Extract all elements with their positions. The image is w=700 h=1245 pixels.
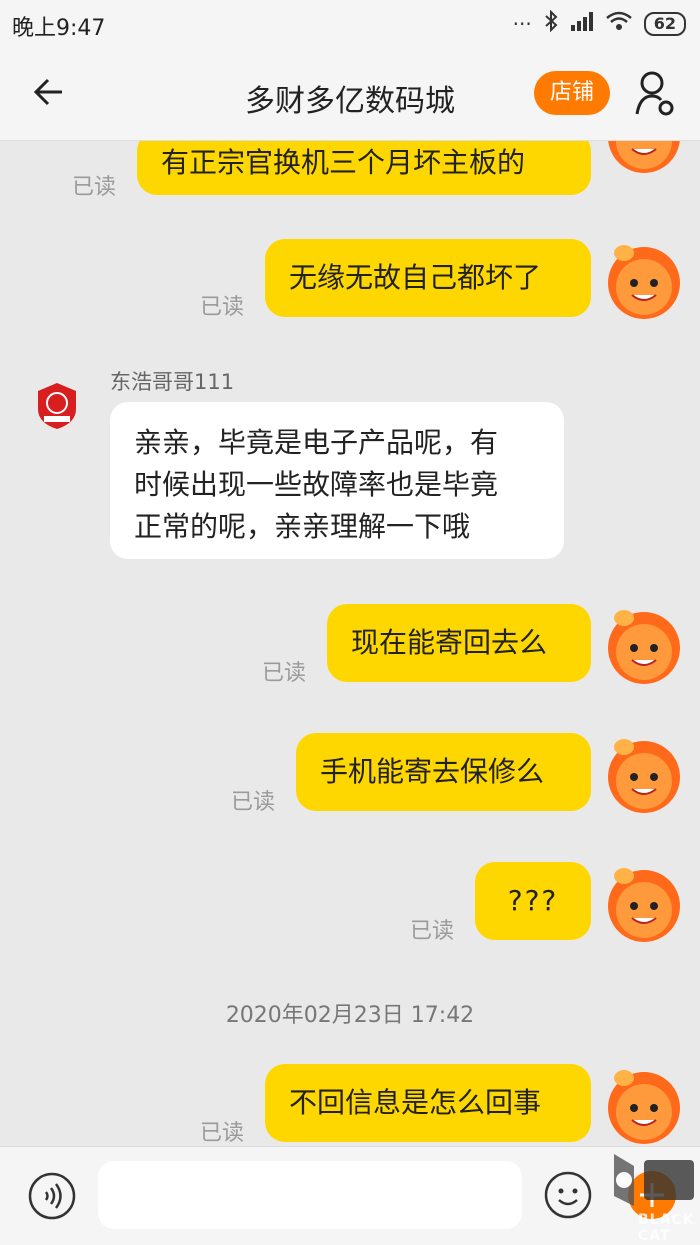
message-bubble-out[interactable]: 现在能寄回去么	[327, 604, 591, 682]
black-cat-logo-icon	[614, 1154, 694, 1206]
voice-icon	[28, 1172, 76, 1220]
sender-name: 东浩哥哥111	[110, 370, 235, 394]
mascot-avatar-icon	[608, 739, 680, 813]
seller-avatar[interactable]	[30, 379, 84, 433]
read-label: 已读	[72, 175, 117, 200]
status-icons: ··· 62	[512, 9, 686, 37]
mascot-avatar-icon	[608, 1070, 680, 1144]
message-bubble-in[interactable]: 亲亲，毕竟是电子产品呢，有 时候出现一些故障率也是毕竟 正常的呢，亲亲理解一下哦	[110, 402, 564, 559]
nav-bar: 多财多亿数码城 店铺	[0, 48, 700, 141]
message-timestamp: 2020年02月23日 17:42	[225, 1003, 475, 1028]
user-settings-icon	[635, 71, 674, 116]
voice-input-button[interactable]	[28, 1172, 76, 1220]
chat-area[interactable]: 已读 有正宗官换机三个月坏主板的 已读 无缘无故自己都坏了 东浩哥哥111 亲亲…	[0, 141, 700, 1146]
mascot-avatar-icon	[608, 141, 680, 173]
read-label: 已读	[200, 1121, 245, 1146]
avatar[interactable]	[600, 235, 688, 323]
mascot-avatar-icon	[608, 610, 680, 684]
status-time: 晚上9:47	[12, 16, 106, 41]
mascot-avatar-icon	[608, 245, 680, 319]
read-label: 已读	[262, 661, 307, 686]
message-line: 正常的呢，亲亲理解一下哦	[134, 510, 471, 543]
message-bubble-out[interactable]: 有正宗官换机三个月坏主板的	[137, 141, 591, 195]
read-label: 已读	[410, 919, 455, 944]
bluetooth-icon	[544, 9, 558, 37]
emoji-button[interactable]	[544, 1171, 592, 1219]
input-bar	[0, 1146, 700, 1245]
message-bubble-out[interactable]: 不回信息是怎么回事	[265, 1064, 591, 1142]
black-cat-watermark: BLACK CAT	[604, 1150, 700, 1244]
message-line: 时候出现一些故障率也是毕竟	[134, 468, 499, 501]
message-bubble-out[interactable]: 手机能寄去保修么	[296, 733, 591, 811]
avatar[interactable]	[600, 1060, 688, 1146]
avatar[interactable]	[600, 141, 688, 177]
mascot-avatar-icon	[608, 868, 680, 942]
message-bubble-out[interactable]: 无缘无故自己都坏了	[265, 239, 591, 317]
message-input[interactable]	[98, 1161, 522, 1229]
user-settings-button[interactable]	[634, 70, 674, 118]
read-label: 已读	[200, 295, 245, 320]
shop-button[interactable]: 店铺	[534, 71, 610, 115]
avatar[interactable]	[600, 729, 688, 817]
wifi-icon	[605, 11, 632, 36]
emoji-icon	[544, 1171, 592, 1219]
signal-icon	[570, 11, 594, 36]
message-bubble-out[interactable]: ???	[475, 862, 591, 940]
battery-icon: 62	[643, 11, 686, 36]
watermark-text: BLACK CAT	[638, 1212, 695, 1244]
read-label: 已读	[231, 790, 276, 815]
status-bar: 晚上9:47 ··· 62	[0, 0, 700, 48]
avatar[interactable]	[600, 858, 688, 946]
avatar[interactable]	[600, 600, 688, 688]
message-line: 亲亲，毕竟是电子产品呢，有	[134, 426, 499, 459]
more-dots-icon: ···	[512, 11, 532, 36]
enterprise-badge-icon	[38, 383, 76, 429]
